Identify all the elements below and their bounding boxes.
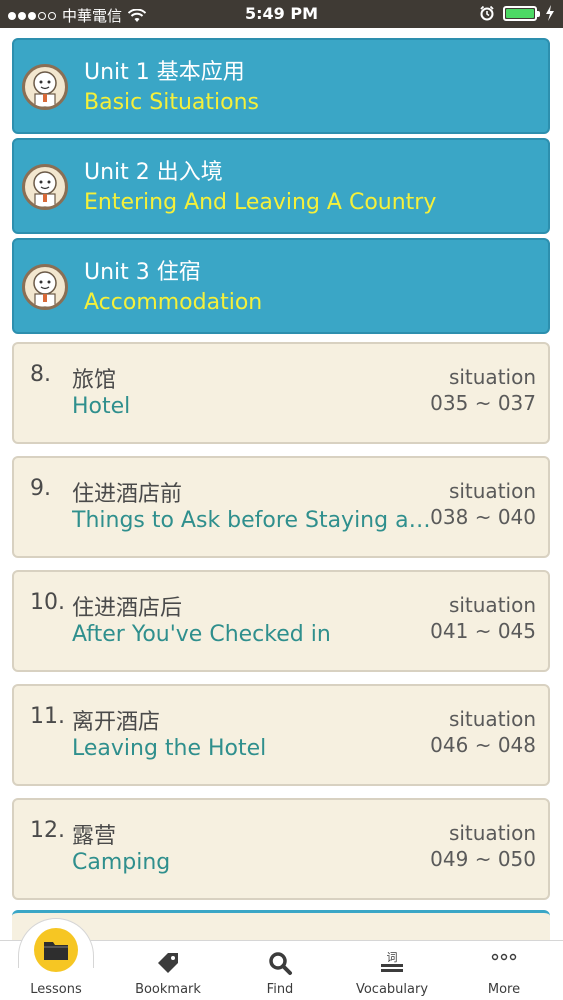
situation-label: situation — [448, 707, 536, 731]
unit-card-2[interactable]: Unit 2 出入境 Entering And Leaving A Countr… — [12, 138, 550, 234]
tab-vocabulary[interactable]: 词 Vocabulary — [336, 941, 448, 1000]
lesson-card-8[interactable]: 8. 旅馆 Hotel situation 035 ~ 037 — [12, 342, 550, 444]
situation-range: 046 ~ 048 — [430, 733, 536, 757]
unit-card-1[interactable]: Unit 1 基本应用 Basic Situations — [12, 38, 550, 134]
situation-range: 041 ~ 045 — [430, 619, 536, 643]
tab-label: Find — [266, 982, 294, 997]
unit-subtitle: Entering And Leaving A Country — [84, 190, 437, 215]
lesson-number: 12. — [30, 818, 65, 843]
lesson-card-9[interactable]: 9. 住进酒店前 Things to Ask before Staying at… — [12, 456, 550, 558]
unit-text: Unit 2 出入境 Entering And Leaving A Countr… — [84, 158, 436, 218]
tab-label: Vocabulary — [355, 982, 429, 997]
lesson-card-10[interactable]: 10. 住进酒店后 After You've Checked in situat… — [12, 570, 550, 672]
status-bar: 中華電信 5:49 PM — [0, 0, 563, 28]
tag-icon — [158, 953, 178, 973]
tab-label: Bookmark — [135, 982, 201, 997]
lesson-title: 住进酒店前 — [72, 482, 183, 507]
situation-label: situation — [448, 821, 536, 845]
lesson-title: 露营 — [72, 824, 117, 849]
situation-label: situation — [448, 365, 536, 389]
unit-card-3[interactable]: Unit 3 住宿 Accommodation — [12, 238, 550, 334]
tab-label: Lessons — [30, 982, 82, 997]
lesson-number: 9. — [30, 476, 51, 501]
lesson-title: 离开酒店 — [72, 710, 161, 735]
lesson-card-12[interactable]: 12. 露营 Camping situation 049 ~ 050 — [12, 798, 550, 900]
lesson-subtitle: Things to Ask before Staying at... — [72, 508, 432, 533]
lesson-number: 10. — [30, 590, 65, 615]
tab-find[interactable]: Find — [224, 941, 336, 1000]
lesson-card-11[interactable]: 11. 离开酒店 Leaving the Hotel situation 046… — [12, 684, 550, 786]
folder-icon — [44, 942, 68, 960]
lesson-number: 11. — [30, 704, 65, 729]
lesson-title: 住进酒店后 — [72, 596, 183, 621]
unit-subtitle: Basic Situations — [84, 90, 259, 115]
situation-label: situation — [448, 593, 536, 617]
unit-subtitle: Accommodation — [84, 290, 263, 315]
svg-text:词: 词 — [387, 951, 398, 964]
book-icon: 词 — [381, 951, 403, 972]
status-right — [479, 5, 555, 21]
situation-range: 049 ~ 050 — [430, 847, 536, 871]
charging-icon — [546, 5, 554, 21]
tab-more[interactable]: More — [448, 941, 560, 1000]
lesson-subtitle: Leaving the Hotel — [72, 736, 267, 761]
lesson-list: Unit 1 基本应用 Basic Situations Unit 2 出入境 … — [0, 28, 563, 940]
unit-title: Unit 1 基本应用 — [84, 60, 245, 85]
mascot-avatar-icon — [22, 164, 68, 210]
lesson-title: 旅馆 — [72, 368, 117, 393]
tab-label: More — [487, 982, 521, 997]
situation-range: 038 ~ 040 — [430, 505, 536, 529]
more-icon — [491, 953, 517, 961]
next-card-peek — [12, 910, 550, 940]
alarm-icon — [480, 5, 494, 21]
search-icon — [269, 952, 292, 975]
lesson-subtitle: Hotel — [72, 394, 131, 419]
unit-title: Unit 3 住宿 — [84, 260, 201, 285]
unit-title: Unit 2 出入境 — [84, 160, 223, 185]
mascot-avatar-icon — [22, 264, 68, 310]
mascot-avatar-icon — [22, 64, 68, 110]
lesson-subtitle: After You've Checked in — [72, 622, 331, 647]
unit-text: Unit 3 住宿 Accommodation — [84, 258, 262, 318]
tab-bookmark[interactable]: Bookmark — [112, 941, 224, 1000]
lessons-active-indicator[interactable] — [34, 928, 78, 972]
battery-icon — [503, 5, 540, 21]
unit-text: Unit 1 基本应用 Basic Situations — [84, 58, 259, 118]
lesson-number: 8. — [30, 362, 51, 387]
situation-label: situation — [448, 479, 536, 503]
situation-range: 035 ~ 037 — [430, 391, 536, 415]
lesson-subtitle: Camping — [72, 850, 171, 875]
